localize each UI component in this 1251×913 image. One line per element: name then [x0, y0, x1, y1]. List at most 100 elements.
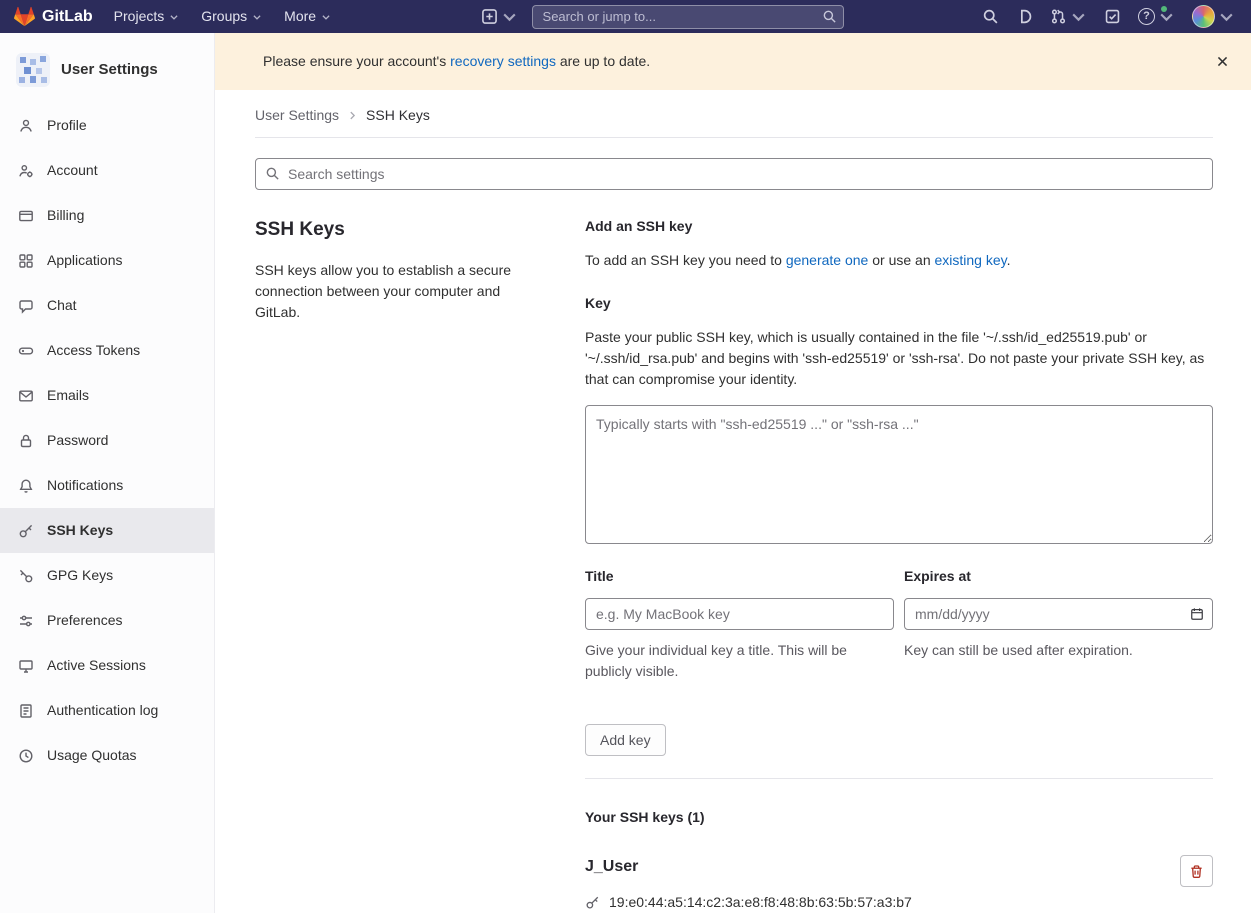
sidebar-item-password[interactable]: Password: [0, 418, 214, 463]
sidebar-item-label: Account: [47, 160, 98, 181]
nav-menu-label: More: [284, 6, 316, 27]
settings-search: [255, 158, 1213, 190]
trash-icon: [1189, 864, 1204, 879]
sidebar-item-applications[interactable]: Applications: [0, 238, 214, 283]
sidebar-item-authentication-log[interactable]: Authentication log: [0, 688, 214, 733]
title-label: Title: [585, 566, 894, 587]
gitlab-logo[interactable]: GitLab: [14, 5, 93, 29]
sidebar-item-label: Active Sessions: [47, 655, 146, 676]
nav-menu-more[interactable]: More: [273, 0, 342, 33]
ssh-key-fingerprint: 19:e0:44:a5:14:c2:3a:e8:f8:48:8b:63:5b:5…: [609, 892, 912, 913]
merge-requests-button[interactable]: [1050, 8, 1087, 25]
expires-help-text: Key can still be used after expiration.: [904, 640, 1213, 661]
sidebar-item-label: Usage Quotas: [47, 745, 137, 766]
add-key-button[interactable]: Add key: [585, 724, 666, 756]
delete-key-button[interactable]: [1180, 855, 1213, 887]
breadcrumb: User Settings SSH Keys: [255, 90, 1213, 137]
sidebar-item-usage-quotas[interactable]: Usage Quotas: [0, 733, 214, 778]
user-avatar: [1192, 5, 1215, 28]
header-search-button[interactable]: [982, 8, 999, 25]
recovery-settings-link[interactable]: recovery settings: [450, 53, 556, 69]
sidebar-item-label: Authentication log: [47, 700, 158, 721]
sidebar-item-label: Profile: [47, 115, 87, 136]
title-help-text: Give your individual key a title. This w…: [585, 640, 894, 682]
sidebar-item-chat[interactable]: Chat: [0, 283, 214, 328]
sidebar-item-label: SSH Keys: [47, 520, 113, 541]
expires-field-group: Expires at Key can still be used after e…: [904, 566, 1213, 696]
sidebar-item-active-sessions[interactable]: Active Sessions: [0, 643, 214, 688]
chevron-down-icon: [1158, 8, 1175, 25]
global-search-input[interactable]: [532, 5, 844, 29]
new-dropdown-button[interactable]: [481, 8, 518, 25]
generate-one-link[interactable]: generate one: [786, 252, 869, 268]
nav-menu-label: Groups: [201, 6, 247, 27]
chevron-down-icon: [501, 8, 518, 25]
sidebar-item-emails[interactable]: Emails: [0, 373, 214, 418]
sidebar-item-label: Preferences: [47, 610, 122, 631]
password-icon: [18, 433, 34, 449]
user-menu-button[interactable]: [1192, 5, 1235, 28]
nav-menu-projects[interactable]: Projects: [103, 0, 191, 33]
settings-sidebar: User Settings Profile Account Billing Ap…: [0, 33, 215, 913]
alert-dismiss-button[interactable]: [1210, 49, 1235, 74]
sidebar-item-billing[interactable]: Billing: [0, 193, 214, 238]
sidebar-item-label: Password: [47, 430, 108, 451]
breadcrumb-divider: [255, 137, 1213, 138]
chevron-down-icon: [169, 12, 179, 22]
user-identicon-avatar: [16, 53, 50, 87]
todos-button[interactable]: [1104, 8, 1121, 25]
search-icon: [265, 166, 280, 187]
existing-key-link[interactable]: existing key: [935, 252, 1007, 268]
section-description: SSH keys allow you to establish a secure…: [255, 260, 541, 323]
chevron-down-icon: [252, 12, 262, 22]
search-icon: [982, 8, 999, 25]
expires-label: Expires at: [904, 566, 1213, 587]
chevron-down-icon: [321, 12, 331, 22]
sidebar-item-label: Emails: [47, 385, 89, 406]
chevron-down-icon: [1218, 8, 1235, 25]
sidebar-item-profile[interactable]: Profile: [0, 103, 214, 148]
sidebar-item-ssh-keys[interactable]: SSH Keys: [0, 508, 214, 553]
settings-search-input[interactable]: [255, 158, 1213, 190]
sidebar-item-gpg-keys[interactable]: GPG Keys: [0, 553, 214, 598]
global-search: [532, 5, 844, 29]
nav-menu-label: Projects: [114, 6, 165, 27]
key-icon: [585, 895, 600, 910]
key-title-input[interactable]: [585, 598, 894, 630]
recovery-settings-alert: Please ensure your account's recovery se…: [215, 33, 1251, 90]
key-label: Key: [585, 293, 1213, 314]
notifications-icon: [18, 478, 34, 494]
key-help-text: Paste your public SSH key, which is usua…: [585, 327, 1213, 390]
sidebar-item-label: GPG Keys: [47, 565, 113, 586]
nav-menu-groups[interactable]: Groups: [190, 0, 273, 33]
sidebar-item-label: Access Tokens: [47, 340, 140, 361]
calendar-icon[interactable]: [1190, 607, 1204, 621]
logo-text: GitLab: [42, 5, 93, 29]
expires-at-input[interactable]: [904, 598, 1213, 630]
todos-icon: [1104, 8, 1121, 25]
chevron-right-icon: [348, 111, 357, 120]
issues-icon: [1016, 8, 1033, 25]
breadcrumb-ssh-keys: SSH Keys: [366, 105, 430, 126]
breadcrumb-user-settings[interactable]: User Settings: [255, 105, 339, 126]
emails-icon: [18, 388, 34, 404]
ssh-key-form-area: Add an SSH key To add an SSH key you nee…: [585, 216, 1213, 913]
ssh-key-details: J_User 19:e0:44:a5:14:c2:3a:e8:f8:48:8b:…: [585, 855, 912, 913]
tanuki-icon: [14, 6, 35, 27]
chevron-down-icon: [1070, 8, 1087, 25]
sidebar-item-preferences[interactable]: Preferences: [0, 598, 214, 643]
account-icon: [18, 163, 34, 179]
plus-box-icon: [481, 8, 498, 25]
sidebar-item-access-tokens[interactable]: Access Tokens: [0, 328, 214, 373]
applications-icon: [18, 253, 34, 269]
sidebar-header: User Settings: [0, 47, 214, 103]
sidebar-item-notifications[interactable]: Notifications: [0, 463, 214, 508]
sidebar-item-label: Applications: [47, 250, 123, 271]
title-field-group: Title Give your individual key a title. …: [585, 566, 894, 696]
issues-button[interactable]: [1016, 8, 1033, 25]
sidebar-item-account[interactable]: Account: [0, 148, 214, 193]
help-menu-button[interactable]: ?: [1138, 8, 1175, 25]
usage-quotas-icon: [18, 748, 34, 764]
your-ssh-keys-heading: Your SSH keys (1): [585, 807, 1213, 828]
ssh-key-textarea[interactable]: [585, 405, 1213, 544]
